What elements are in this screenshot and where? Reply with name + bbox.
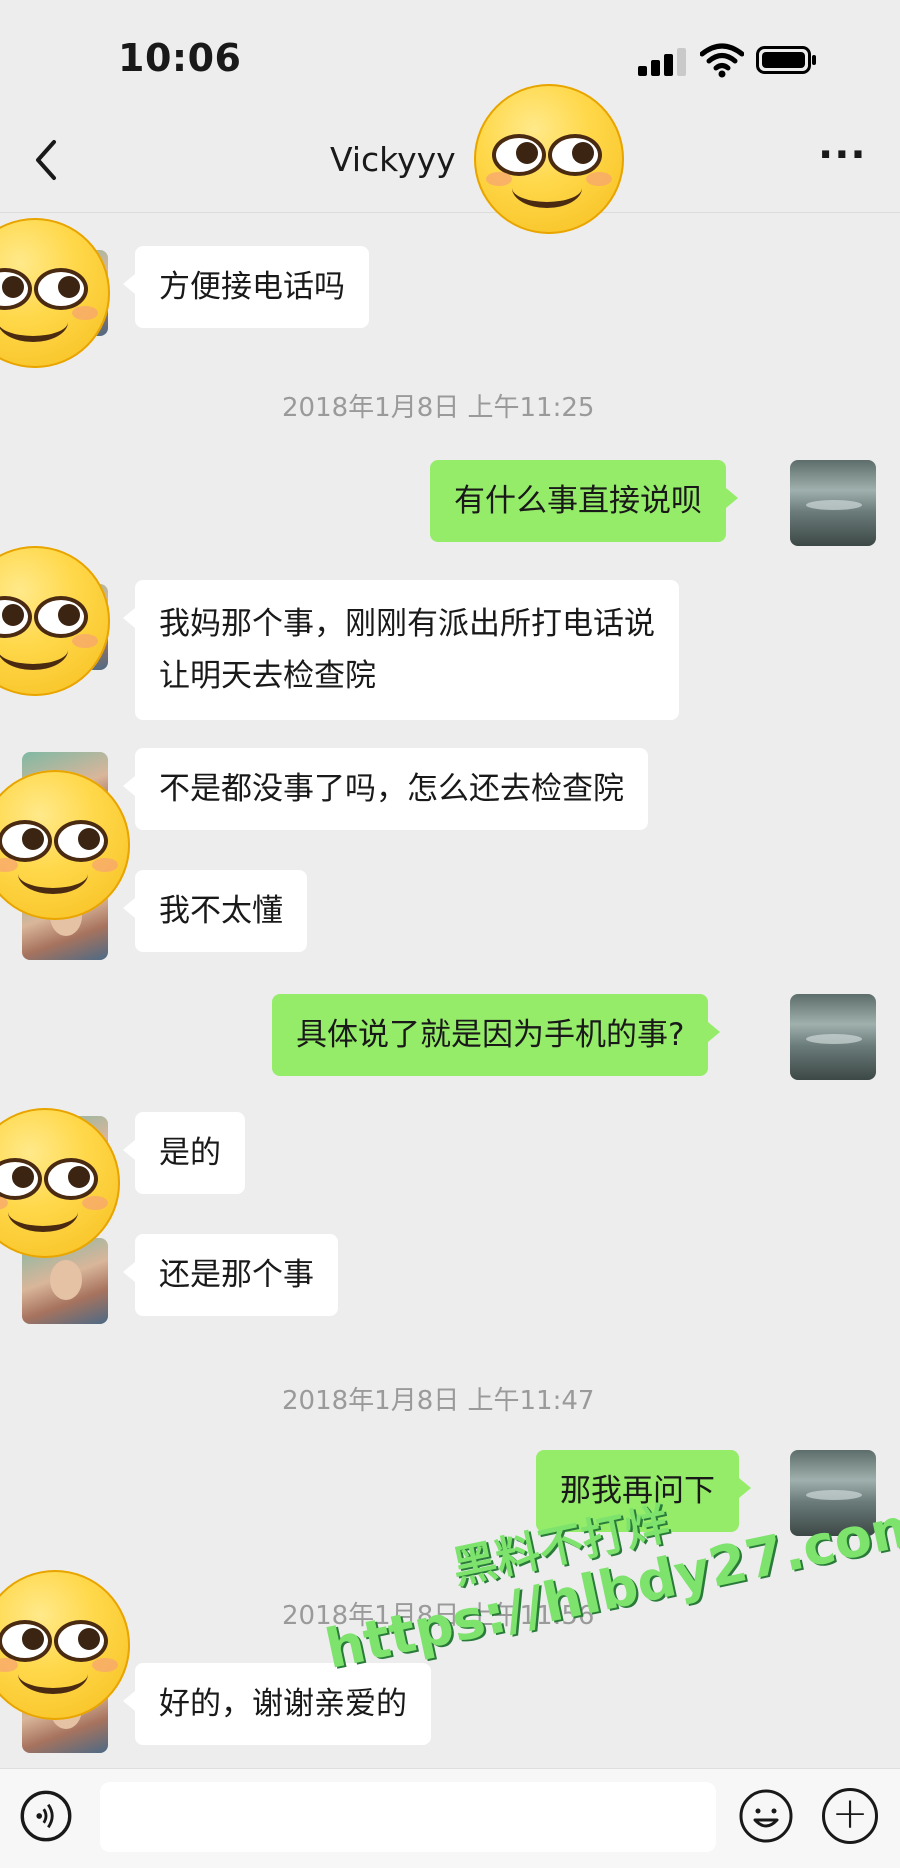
more-button[interactable]: ··· bbox=[818, 132, 867, 178]
message-line: 让明天去检查院 bbox=[159, 658, 376, 694]
my-avatar[interactable] bbox=[790, 460, 876, 546]
back-button[interactable] bbox=[26, 132, 66, 188]
message-bubble-incoming[interactable]: 还是那个事 bbox=[123, 1234, 338, 1316]
cellular-signal-icon bbox=[638, 46, 688, 76]
emoji-sticker-overlay bbox=[0, 1570, 130, 1720]
my-avatar[interactable] bbox=[790, 994, 876, 1080]
plus-button[interactable]: + bbox=[822, 1788, 878, 1844]
timestamp: 2018年1月8日 上午11:25 bbox=[282, 393, 595, 423]
wifi-icon bbox=[700, 43, 744, 78]
message-bubble-incoming[interactable]: 我不太懂 bbox=[123, 870, 307, 952]
nav-divider bbox=[0, 212, 900, 213]
emoji-sticker-overlay bbox=[474, 84, 624, 234]
emoji-sticker-overlay bbox=[0, 546, 110, 696]
emoji-sticker-overlay bbox=[0, 770, 130, 920]
message-bubble-incoming[interactable]: 不是都没事了吗，怎么还去检查院 bbox=[123, 748, 648, 830]
message-bubble-incoming[interactable]: 方便接电话吗 bbox=[123, 246, 369, 328]
emoji-icon[interactable] bbox=[738, 1788, 794, 1844]
message-bubble-incoming[interactable]: 我妈那个事，刚刚有派出所打电话说 让明天去检查院 bbox=[123, 580, 679, 720]
battery-icon bbox=[756, 46, 816, 74]
emoji-sticker-overlay bbox=[0, 218, 110, 368]
status-time: 10:06 bbox=[118, 36, 242, 80]
message-input[interactable] bbox=[100, 1782, 716, 1852]
message-bubble-incoming[interactable]: 好的，谢谢亲爱的 bbox=[123, 1663, 431, 1745]
chat-title: Vickyyy bbox=[330, 140, 456, 179]
message-bubble-incoming[interactable]: 是的 bbox=[123, 1112, 245, 1194]
message-line: 我妈那个事，刚刚有派出所打电话说 bbox=[159, 606, 655, 642]
message-bubble-outgoing[interactable]: 具体说了就是因为手机的事? bbox=[272, 994, 721, 1076]
timestamp: 2018年1月8日 上午11:47 bbox=[282, 1386, 595, 1416]
voice-icon[interactable] bbox=[20, 1790, 72, 1842]
message-bubble-outgoing[interactable]: 有什么事直接说呗 bbox=[430, 460, 738, 542]
